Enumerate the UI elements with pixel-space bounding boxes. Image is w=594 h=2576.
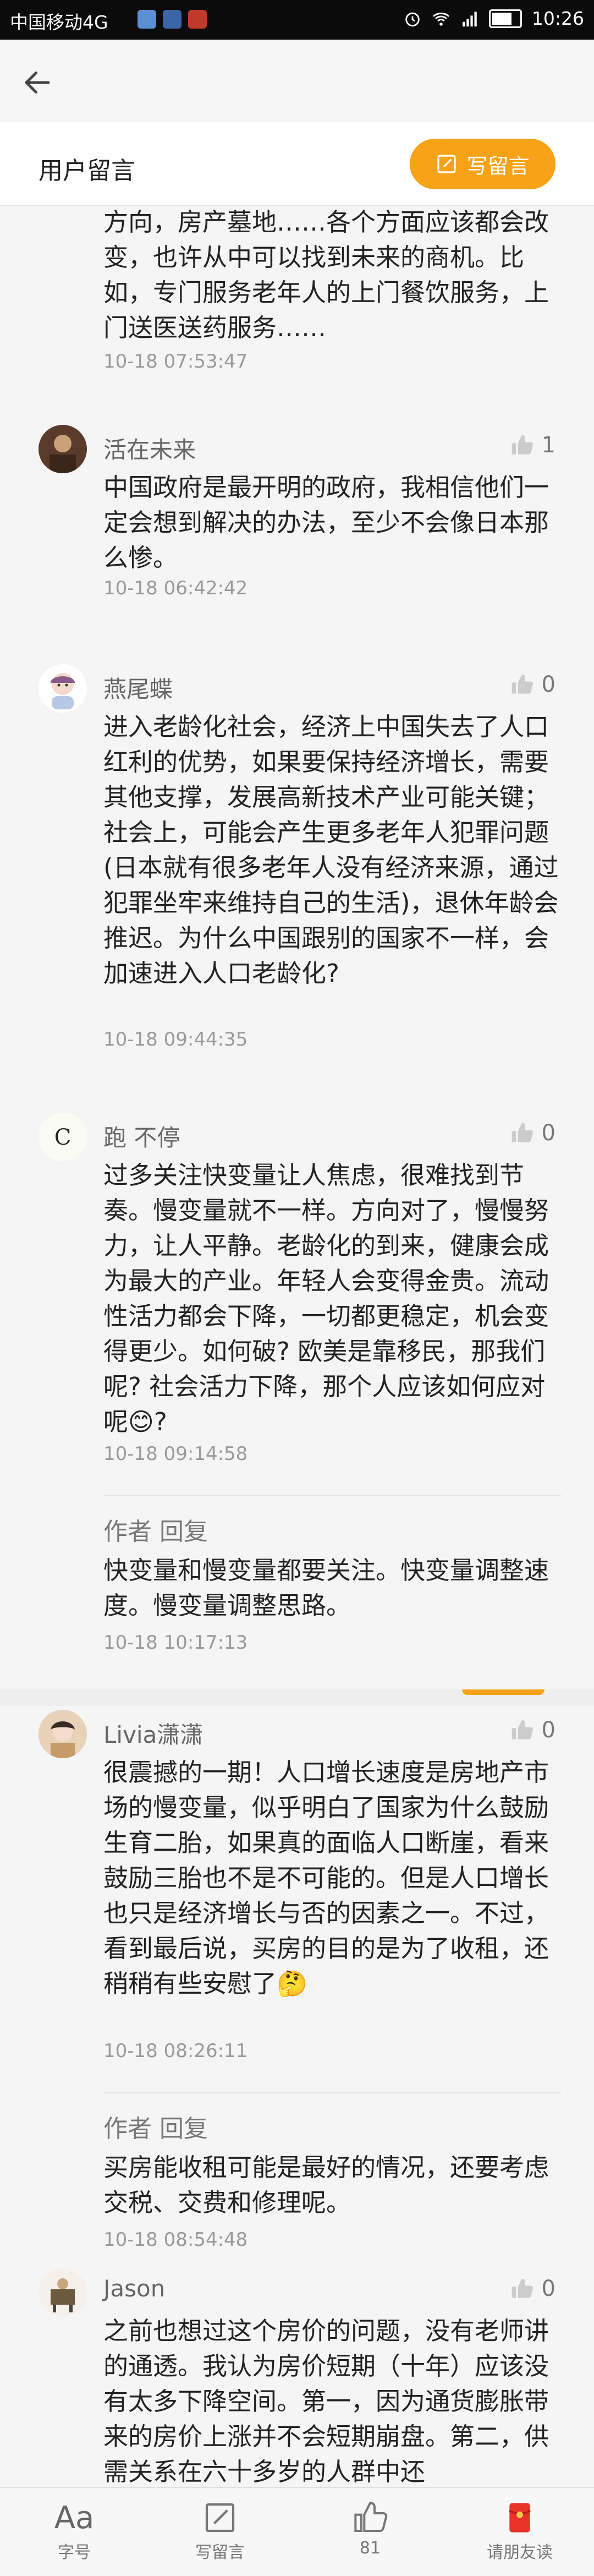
font-size-button[interactable]: Aa 字号 — [19, 2497, 129, 2563]
invite-friend-label: 请朋友读 — [487, 2543, 553, 2562]
like-button[interactable]: 0 — [510, 2276, 556, 2301]
avatar[interactable] — [38, 2268, 87, 2317]
comment-text: 方向，房产墓地……各个方面应该都会改变，也许从中可以找到未来的商机。比如，专门服… — [103, 207, 549, 342]
comment-time: 10-18 06:42:42 — [103, 577, 248, 599]
write-comment-tab-label: 写留言 — [195, 2543, 245, 2562]
edit-icon — [205, 2503, 235, 2533]
write-comment-label: 写留言 — [466, 154, 530, 178]
bottom-toolbar: Aa 字号 写留言 81 请朋友读 — [0, 2487, 594, 2576]
like-button[interactable]: 0 — [510, 1718, 556, 1743]
write-comment-tab[interactable]: 写留言 — [165, 2497, 275, 2563]
commenter-name: 燕尾蝶 — [103, 676, 173, 703]
svg-text:C: C — [54, 1125, 72, 1150]
notification-icons — [138, 10, 207, 29]
like-count: 0 — [541, 1120, 556, 1146]
comment-time: 10-18 07:53:47 — [103, 351, 248, 373]
invite-friend-button[interactable]: 请朋友读 — [465, 2497, 575, 2563]
commenter-name: Livia潇潇 — [103, 1721, 204, 1748]
thumbs-up-icon — [512, 1720, 533, 1740]
comment-time: 10-18 09:44:35 — [103, 1029, 248, 1051]
thumbs-up-icon — [512, 2278, 533, 2298]
red-envelope-icon — [508, 2503, 531, 2533]
comment-text: 过多关注快变量让人焦虑，很难找到节奏。慢变量就不一样。方向对了，慢慢努力，让人平… — [103, 1161, 549, 1436]
thumbs-up-icon — [512, 435, 533, 455]
battery-icon — [488, 9, 522, 28]
like-count: 0 — [541, 2276, 556, 2301]
like-button[interactable]: 0 — [510, 672, 556, 697]
write-comment-button[interactable]: 写留言 — [410, 139, 556, 189]
avatar[interactable] — [38, 664, 87, 713]
nav-bar — [0, 40, 594, 122]
like-article-button[interactable]: 81 — [315, 2497, 425, 2558]
comments-header: 用户留言 写留言 — [0, 122, 594, 206]
avatar[interactable] — [38, 425, 87, 473]
app-notification-icon — [188, 10, 207, 29]
like-count: 0 — [541, 1718, 556, 1743]
signal-icon — [463, 11, 477, 26]
like-button[interactable]: 1 — [510, 433, 556, 458]
divider — [103, 2092, 561, 2093]
carrier-label: 中国移动4G — [10, 12, 108, 33]
font-size-icon: Aa — [54, 2500, 95, 2536]
avatar[interactable] — [38, 1710, 87, 1758]
reply-author: 作者 回复 — [103, 2115, 208, 2143]
comment-time: 10-18 08:26:11 — [103, 2040, 248, 2062]
comment-text: 很震撼的一期！人口增长速度是房地产市场的慢变量，似乎明白了国家为什么鼓励生育二胎… — [103, 1758, 549, 1998]
like-count: 1 — [541, 433, 556, 458]
clock: 10:26 — [531, 8, 584, 29]
edit-icon — [437, 155, 457, 173]
like-count: 0 — [541, 672, 556, 697]
panel-seam — [0, 1689, 594, 1706]
alarm-icon — [405, 12, 420, 26]
comment-text: 中国政府是最开明的政府，我相信他们一定会想到解决的办法，至少不会像日本那么惨。 — [103, 473, 549, 572]
wifi-icon — [432, 12, 450, 26]
comment-text: 之前也想过这个房价的问题，没有老师讲的通透。我认为房价短期（十年）应该没有太多下… — [103, 2316, 549, 2486]
reply-time: 10-18 10:17:13 — [103, 1632, 248, 1654]
comment-time: 10-18 09:14:58 — [103, 1443, 248, 1465]
thumbs-up-icon — [512, 674, 533, 694]
commenter-name: 跑 不停 — [103, 1124, 180, 1151]
commenter-name: 活在未来 — [103, 436, 196, 463]
avatar[interactable]: C — [38, 1113, 87, 1161]
back-arrow-icon[interactable] — [21, 66, 54, 99]
app-notification-icon — [138, 10, 156, 29]
like-button[interactable]: 0 — [510, 1120, 556, 1146]
article-like-count: 81 — [359, 2539, 381, 2558]
reply-text: 买房能收租可能是最好的情况，还要考虑交税、交费和修理呢。 — [103, 2153, 549, 2217]
page-title: 用户留言 — [38, 157, 135, 185]
reply-author: 作者 回复 — [103, 1518, 208, 1546]
commenter-name: Jason — [103, 2275, 166, 2302]
reply-text: 快变量和慢变量都要关注。快变量调整速度。慢变量调整思路。 — [103, 1556, 549, 1620]
comment-text: 进入老龄化社会，经济上中国失去了人口红利的优势，如果要保持经济增长，需要其他支撑… — [103, 712, 559, 988]
font-size-label: 字号 — [58, 2543, 91, 2562]
reply-time: 10-18 08:54:48 — [103, 2229, 248, 2251]
comment-list: 方向，房产墓地……各个方面应该都会改变，也许从中可以找到未来的商机。比如，专门服… — [0, 205, 594, 2516]
thumbs-up-icon — [512, 1123, 533, 1142]
app-notification-icon — [163, 10, 182, 29]
divider — [103, 1495, 561, 1496]
status-bar: 中国移动4G 10:26 — [0, 0, 594, 40]
thumbs-up-icon — [354, 2502, 388, 2532]
